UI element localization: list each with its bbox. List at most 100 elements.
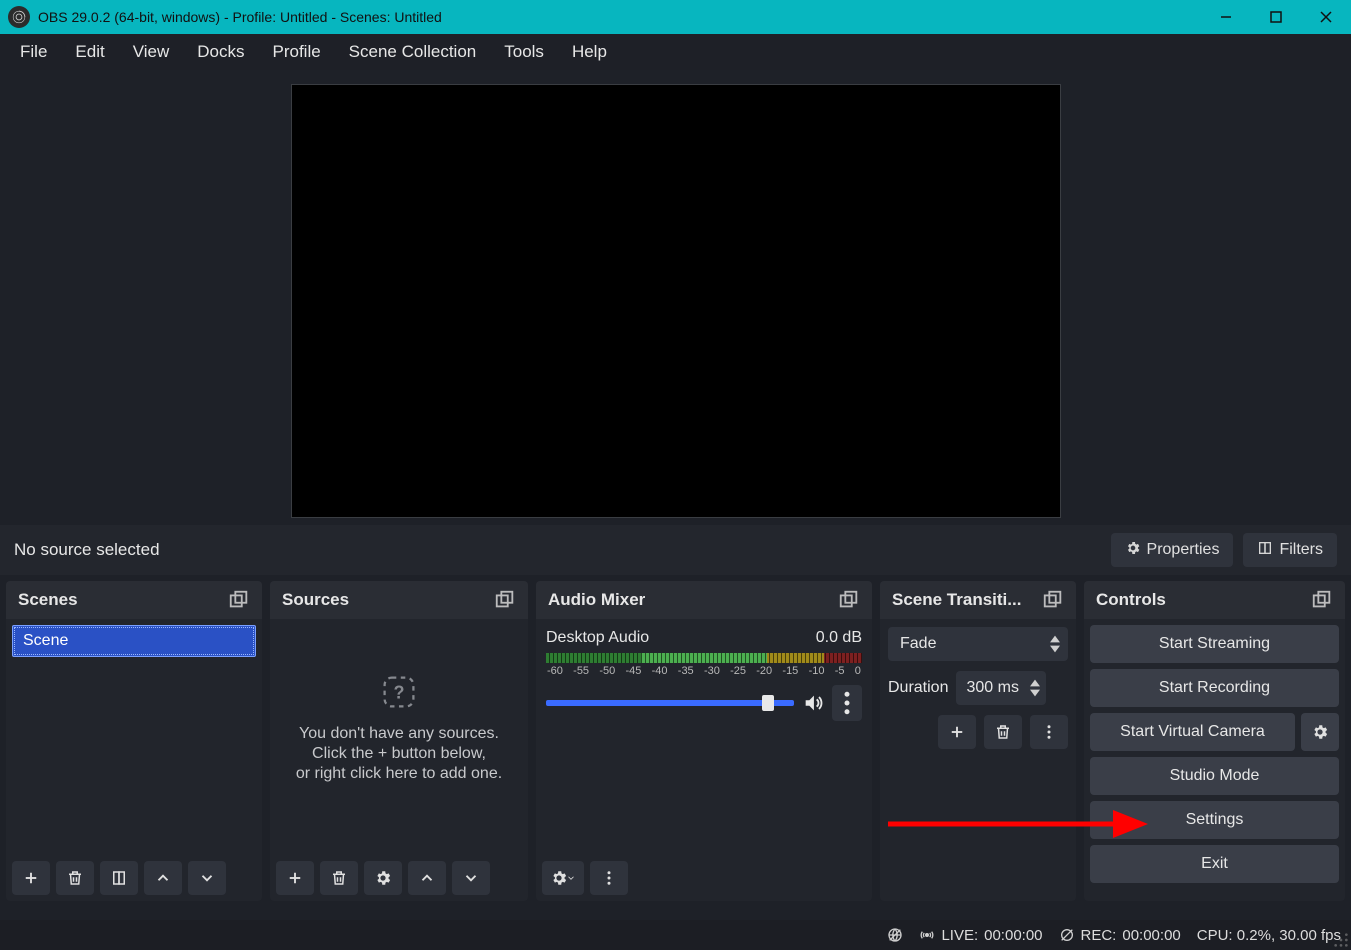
- menubar: File Edit View Docks Profile Scene Colle…: [0, 34, 1351, 70]
- dock-audio-header[interactable]: Audio Mixer: [536, 581, 872, 619]
- menu-docks[interactable]: Docks: [183, 36, 258, 68]
- sources-empty-line3: or right click here to add one.: [296, 765, 502, 783]
- start-streaming-button[interactable]: Start Streaming: [1090, 625, 1339, 663]
- source-properties-button[interactable]: [364, 861, 402, 895]
- start-virtual-camera-label: Start Virtual Camera: [1120, 723, 1265, 741]
- duration-value: 300 ms: [966, 679, 1018, 697]
- audio-meter: [546, 653, 862, 663]
- popout-icon[interactable]: [1311, 589, 1333, 611]
- scene-filters-button[interactable]: [100, 861, 138, 895]
- popout-icon[interactable]: [1042, 589, 1064, 611]
- dock-scenes: Scenes Scene: [6, 581, 262, 901]
- status-cpu-text: CPU: 0.2%, 30.00 fps: [1197, 927, 1341, 944]
- spinner-arrows-icon[interactable]: [1030, 679, 1040, 697]
- menu-view[interactable]: View: [119, 36, 184, 68]
- menu-file[interactable]: File: [6, 36, 61, 68]
- status-rec-time: 00:00:00: [1122, 927, 1180, 944]
- filters-button[interactable]: Filters: [1243, 533, 1337, 567]
- add-source-button[interactable]: [276, 861, 314, 895]
- source-move-down-button[interactable]: [452, 861, 490, 895]
- tick: -35: [678, 665, 694, 677]
- studio-mode-button[interactable]: Studio Mode: [1090, 757, 1339, 795]
- start-virtual-camera-button[interactable]: Start Virtual Camera: [1090, 713, 1295, 751]
- tick: -45: [625, 665, 641, 677]
- tick: -30: [704, 665, 720, 677]
- exit-button[interactable]: Exit: [1090, 845, 1339, 883]
- settings-label: Settings: [1186, 811, 1244, 829]
- transition-menu-button[interactable]: [1030, 715, 1068, 749]
- transitions-body: Fade Duration 300 ms: [880, 619, 1076, 749]
- tick: 0: [855, 665, 861, 677]
- titlebar: OBS 29.0.2 (64-bit, windows) - Profile: …: [0, 0, 1351, 34]
- menu-profile[interactable]: Profile: [258, 36, 334, 68]
- delete-source-button[interactable]: [320, 861, 358, 895]
- statusbar: LIVE: 00:00:00 REC: 00:00:00 CPU: 0.2%, …: [0, 920, 1351, 950]
- dock-audio-mixer: Audio Mixer Desktop Audio 0.0 dB: [536, 581, 872, 901]
- status-network: [887, 927, 903, 943]
- audio-track-menu-button[interactable]: [832, 685, 862, 721]
- window-title: OBS 29.0.2 (64-bit, windows) - Profile: …: [38, 9, 442, 25]
- sources-list[interactable]: ? You don't have any sources. Click the …: [270, 619, 528, 855]
- popout-icon[interactable]: [228, 589, 250, 611]
- select-arrows-icon: [1050, 635, 1060, 653]
- properties-button[interactable]: Properties: [1111, 533, 1234, 567]
- sources-empty-line1: You don't have any sources.: [299, 725, 499, 743]
- dock-sources: Sources ? You don't have any sources. Cl…: [270, 581, 528, 901]
- add-transition-button[interactable]: [938, 715, 976, 749]
- sources-empty-state: ? You don't have any sources. Click the …: [270, 673, 528, 783]
- menu-help[interactable]: Help: [558, 36, 621, 68]
- tick: -40: [652, 665, 668, 677]
- scenes-list[interactable]: Scene: [6, 619, 262, 855]
- tick: -50: [599, 665, 615, 677]
- dock-transitions-header[interactable]: Scene Transiti...: [880, 581, 1076, 619]
- tick: -55: [573, 665, 589, 677]
- add-scene-button[interactable]: [12, 861, 50, 895]
- dock-audio-title: Audio Mixer: [548, 590, 645, 610]
- minimize-button[interactable]: [1201, 0, 1251, 34]
- status-live: LIVE: 00:00:00: [919, 927, 1042, 944]
- scenes-toolbar: [6, 855, 262, 901]
- advanced-audio-button[interactable]: [542, 861, 584, 895]
- preview-canvas[interactable]: [291, 84, 1061, 518]
- menu-tools[interactable]: Tools: [490, 36, 558, 68]
- menu-edit[interactable]: Edit: [61, 36, 118, 68]
- settings-button[interactable]: Settings: [1090, 801, 1339, 839]
- popout-icon[interactable]: [838, 589, 860, 611]
- speaker-icon[interactable]: [802, 692, 824, 714]
- audio-toolbar: [536, 855, 872, 901]
- virtual-camera-settings-button[interactable]: [1301, 713, 1339, 751]
- scene-move-down-button[interactable]: [188, 861, 226, 895]
- audio-body: Desktop Audio 0.0 dB -60 -55 -50: [536, 619, 872, 855]
- dock-controls-header[interactable]: Controls: [1084, 581, 1345, 619]
- docks-row: Scenes Scene Sources ?: [0, 575, 1351, 901]
- volume-slider-thumb[interactable]: [762, 695, 774, 711]
- scene-move-up-button[interactable]: [144, 861, 182, 895]
- status-cpu: CPU: 0.2%, 30.00 fps: [1197, 927, 1341, 944]
- transition-select[interactable]: Fade: [888, 627, 1068, 661]
- dock-controls: Controls Start Streaming Start Recording…: [1084, 581, 1345, 901]
- status-rec: REC: 00:00:00: [1059, 927, 1181, 944]
- source-move-up-button[interactable]: [408, 861, 446, 895]
- source-info-bar: No source selected Properties Filters: [0, 525, 1351, 575]
- maximize-button[interactable]: [1251, 0, 1301, 34]
- delete-transition-button[interactable]: [984, 715, 1022, 749]
- scene-item[interactable]: Scene: [12, 625, 256, 657]
- popout-icon[interactable]: [494, 589, 516, 611]
- menu-scene-collection[interactable]: Scene Collection: [335, 36, 491, 68]
- no-source-label: No source selected: [14, 540, 160, 560]
- start-recording-button[interactable]: Start Recording: [1090, 669, 1339, 707]
- delete-scene-button[interactable]: [56, 861, 94, 895]
- dock-scenes-header[interactable]: Scenes: [6, 581, 262, 619]
- duration-input[interactable]: 300 ms: [956, 671, 1046, 705]
- question-icon: ?: [380, 673, 418, 711]
- tick: -10: [809, 665, 825, 677]
- svg-text:?: ?: [394, 682, 405, 702]
- status-live-time: 00:00:00: [984, 927, 1042, 944]
- resize-grip-icon[interactable]: [1333, 932, 1349, 948]
- audio-menu-button[interactable]: [590, 861, 628, 895]
- close-button[interactable]: [1301, 0, 1351, 34]
- dock-sources-header[interactable]: Sources: [270, 581, 528, 619]
- volume-slider[interactable]: [546, 700, 794, 706]
- audio-track: Desktop Audio 0.0 dB -60 -55 -50: [542, 625, 866, 721]
- dock-sources-title: Sources: [282, 590, 349, 610]
